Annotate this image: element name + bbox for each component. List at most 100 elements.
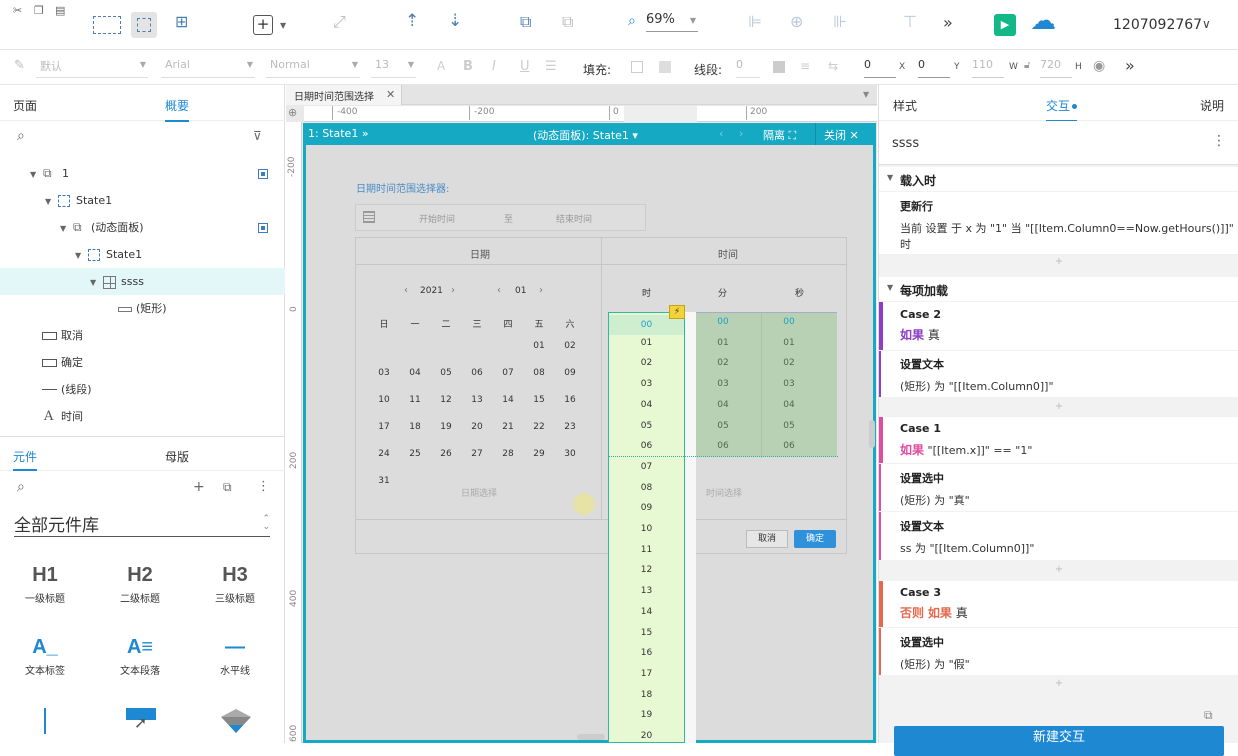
hour-repeater[interactable]: 00 01 02 03 04 05 06 07 08 09 10 11 12 13 14 15 16 17 18 19… <box>608 312 685 743</box>
add-action-icon[interactable]: + <box>879 678 1238 689</box>
group-icon[interactable]: ⧉ <box>520 14 531 30</box>
tab-outline[interactable]: 概要 <box>165 97 190 122</box>
tree-item-rectangle[interactable]: (矩形) <box>0 295 285 322</box>
hour-item[interactable]: 14 <box>609 607 684 617</box>
widget-paragraph[interactable]: A≡ 文本段落 <box>100 632 180 677</box>
day-cell[interactable]: 26 <box>431 449 461 459</box>
hour-item[interactable]: 13 <box>609 586 684 596</box>
widget-h2[interactable]: H2 二级标题 <box>100 560 180 605</box>
day-cell[interactable]: 08 <box>524 368 554 378</box>
day-cell[interactable]: 04 <box>400 368 430 378</box>
hour-item[interactable]: 20 <box>609 731 684 741</box>
bold-icon[interactable]: B <box>463 60 473 73</box>
search-icon[interactable]: ⌕ <box>17 129 25 143</box>
vline-icon[interactable] <box>44 708 46 734</box>
send-back-icon[interactable]: ⇣ <box>448 13 462 30</box>
hour-item[interactable]: 12 <box>609 565 684 575</box>
tree-item-dynamic-panel[interactable]: ▼ ⧉ (动态面板) <box>0 214 285 241</box>
lock-icon[interactable]: 🔓︎ <box>1024 61 1030 71</box>
minute-item[interactable]: 00 <box>696 317 750 327</box>
hour-item[interactable]: 06 <box>609 441 684 451</box>
action-set-text[interactable]: 设置文本 (矩形) 为 "[[Item.Column0]]" <box>879 351 1238 397</box>
day-cell[interactable]: 24 <box>369 449 399 459</box>
tree-item-page[interactable]: ▼ ⧉ 1 <box>0 160 285 187</box>
hour-item[interactable]: 04 <box>609 400 684 410</box>
tree-item-cancel[interactable]: 取消 <box>0 322 285 349</box>
x-input[interactable]: 0 <box>864 58 896 78</box>
align-right-icon[interactable]: ⊪ <box>833 14 847 30</box>
preview-button[interactable]: ▶ <box>994 14 1016 36</box>
paste-icon[interactable]: ▤ <box>55 5 65 16</box>
day-cell[interactable]: 29 <box>524 449 554 459</box>
hour-item[interactable]: 08 <box>609 483 684 493</box>
collapse-icon[interactable]: ▼ <box>887 173 893 182</box>
state-breadcrumb[interactable]: 1: State1 » <box>308 127 369 140</box>
line-pattern-icon[interactable]: ≡ <box>800 60 810 72</box>
day-cell[interactable]: 28 <box>493 449 523 459</box>
day-cell[interactable]: 27 <box>462 449 492 459</box>
hour-item[interactable]: 10 <box>609 524 684 534</box>
day-cell[interactable]: 14 <box>493 395 523 405</box>
second-item[interactable]: 06 <box>762 441 816 451</box>
tab-style[interactable]: 样式 <box>893 97 917 114</box>
day-cell[interactable]: 06 <box>462 368 492 378</box>
hour-item[interactable]: 07 <box>609 462 684 472</box>
day-cell[interactable]: 22 <box>524 422 554 432</box>
point-icon[interactable]: ⤢ <box>333 14 346 30</box>
select-contain-icon[interactable] <box>131 12 157 38</box>
library-select[interactable]: 全部元件库 ⌃ ⌄ <box>14 511 270 537</box>
tree-item-repeater[interactable]: ▼ ssss <box>0 268 285 295</box>
hour-item[interactable]: 17 <box>609 669 684 679</box>
filter-icon[interactable]: ⊽ <box>253 130 262 142</box>
hour-item[interactable]: 01 <box>609 338 684 348</box>
tab-pages[interactable]: 页面 <box>13 97 37 114</box>
minute-item[interactable]: 03 <box>696 379 750 389</box>
ok-button[interactable]: 确定 <box>794 530 836 548</box>
tab-interactions[interactable]: 交互 <box>1046 97 1078 122</box>
align-center-icon[interactable]: ⊕ <box>790 14 803 30</box>
font-select[interactable]: Arial ▼ <box>161 58 255 78</box>
add-action-icon[interactable]: + <box>879 401 1238 412</box>
case-3[interactable]: Case 3 否则 如果 真 <box>879 581 1238 627</box>
day-cell[interactable]: 01 <box>524 341 554 351</box>
size-select[interactable]: 13 ▼ <box>371 58 416 78</box>
zoom-select[interactable]: 69% ▼ <box>646 12 698 32</box>
select-intersect-icon[interactable] <box>93 16 121 34</box>
widget-hline[interactable]: — 水平线 <box>195 632 275 677</box>
cancel-button[interactable]: 取消 <box>746 530 788 548</box>
widget-h3[interactable]: H3 三级标题 <box>195 560 275 605</box>
tree-item-line[interactable]: (线段) <box>0 376 285 403</box>
import-icon[interactable]: ⧉ <box>223 481 232 493</box>
day-cell[interactable]: 20 <box>462 422 492 432</box>
align-left-icon[interactable]: ⊫ <box>748 14 762 30</box>
underline-icon[interactable]: U <box>520 60 530 73</box>
second-item[interactable]: 05 <box>762 421 816 431</box>
second-item[interactable]: 03 <box>762 379 816 389</box>
event-item-load[interactable]: ▼ 每项加载 <box>879 277 1238 301</box>
chevron-down-icon[interactable]: ∨ <box>1202 18 1211 30</box>
add-icon[interactable]: + <box>193 480 205 494</box>
action-update-row[interactable]: 更新行 当前 设置 于 x 为 "1" 当 "[[Item.Column0==N… <box>879 192 1238 254</box>
cloud-icon[interactable]: ☁ <box>1030 8 1056 34</box>
next-year-icon[interactable]: › <box>451 285 455 296</box>
next-icon[interactable]: › <box>739 127 743 140</box>
day-cell[interactable]: 19 <box>431 422 461 432</box>
minute-item[interactable]: 04 <box>696 400 750 410</box>
day-cell[interactable]: 02 <box>555 341 585 351</box>
new-interaction-button[interactable]: 新建交互 <box>894 726 1224 756</box>
event-onload[interactable]: ▼ 载入时 <box>879 167 1238 191</box>
close-panel-button[interactable]: 关闭 ✕ <box>824 127 859 143</box>
tab-widgets[interactable]: 元件 <box>13 448 38 471</box>
day-cell[interactable]: 25 <box>400 449 430 459</box>
second-item[interactable]: 00 <box>762 317 816 327</box>
weight-select[interactable]: Normal ▼ <box>266 58 360 78</box>
arrow-style-icon[interactable]: ⇆ <box>828 60 838 72</box>
more-icon[interactable]: » <box>943 15 953 31</box>
fill-shadow-swatch[interactable] <box>659 61 671 73</box>
panel-state-select[interactable]: (动态面板): State1 ▾ <box>533 127 638 143</box>
document-tab[interactable]: 日期时间范围选择 ✕ <box>286 85 402 105</box>
visibility-icon[interactable]: ◉ <box>1093 59 1105 73</box>
tree-item-state[interactable]: ▼ State1 <box>0 187 285 214</box>
scrollbar[interactable] <box>869 420 875 448</box>
w-input[interactable]: 110 <box>972 58 1004 78</box>
